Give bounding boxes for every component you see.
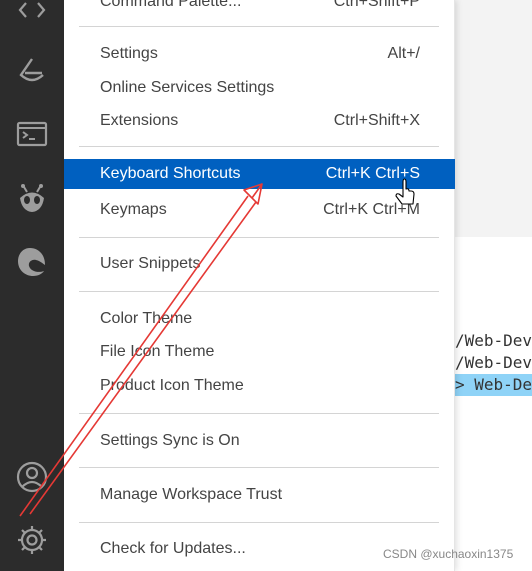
watermark: CSDN @xuchaoxin1375	[383, 547, 514, 561]
menu-item-manage-workspace-trust[interactable]: Manage Workspace Trust	[64, 480, 455, 510]
menu-item-label: Color Theme	[100, 310, 193, 327]
editor-header-band	[455, 0, 532, 237]
manage-context-menu: Command Palette... Ctrl+Shift+P Settings…	[64, 0, 455, 571]
alien-extension-icon[interactable]	[0, 174, 64, 222]
menu-item-keyboard-shortcuts[interactable]: Keyboard Shortcuts Ctrl+K Ctrl+S	[64, 159, 455, 189]
menu-separator	[79, 26, 439, 27]
menu-item-color-theme[interactable]: Color Theme	[64, 304, 455, 334]
menu-item-label: Online Services Settings	[100, 79, 275, 96]
menu-item-label: Manage Workspace Trust	[100, 486, 283, 503]
menu-item-label: Command Palette...	[100, 0, 242, 10]
activity-bar	[0, 0, 64, 571]
terminal-line: /Web-Dev	[455, 353, 532, 372]
menu-item-shortcut: Ctrl+K Ctrl+M	[323, 201, 420, 218]
menu-separator	[79, 522, 439, 523]
menu-item-settings-sync[interactable]: Settings Sync is On	[64, 426, 455, 456]
menu-item-label: Keyboard Shortcuts	[100, 165, 241, 182]
terminal-icon[interactable]	[0, 110, 64, 158]
menu-item-settings[interactable]: Settings Alt+/	[64, 39, 455, 69]
terminal-line: /Web-Dev	[455, 331, 532, 350]
menu-item-file-icon-theme[interactable]: File Icon Theme	[64, 337, 455, 367]
menu-item-shortcut: Ctrl+K Ctrl+S	[325, 165, 420, 182]
account-icon[interactable]	[0, 453, 64, 501]
menu-item-product-icon-theme[interactable]: Product Icon Theme	[64, 371, 455, 401]
menu-item-label: Settings Sync is On	[100, 432, 240, 449]
menu-item-label: Check for Updates...	[100, 540, 246, 557]
menu-separator	[79, 467, 439, 468]
menu-item-command-palette[interactable]: Command Palette... Ctrl+Shift+P	[64, 0, 455, 17]
menu-item-label: File Icon Theme	[100, 343, 215, 360]
git-lens-icon[interactable]	[0, 48, 64, 96]
menu-item-label: Keymaps	[100, 201, 167, 218]
menu-item-extensions[interactable]: Extensions Ctrl+Shift+X	[64, 106, 455, 136]
menu-item-shortcut: Alt+/	[387, 45, 420, 62]
menu-item-shortcut: Ctrl+Shift+P	[333, 0, 420, 10]
settings-gear-icon[interactable]	[0, 516, 64, 564]
menu-item-keymaps[interactable]: Keymaps Ctrl+K Ctrl+M	[64, 195, 455, 225]
menu-item-online-services-settings[interactable]: Online Services Settings	[64, 73, 455, 103]
menu-item-user-snippets[interactable]: User Snippets	[64, 249, 455, 279]
menu-separator	[79, 146, 439, 147]
edge-icon[interactable]	[0, 238, 64, 286]
menu-item-shortcut: Ctrl+Shift+X	[333, 112, 420, 129]
menu-separator	[79, 237, 439, 238]
menu-item-label: Extensions	[100, 112, 179, 129]
menu-separator	[79, 413, 439, 414]
menu-item-label: User Snippets	[100, 255, 201, 272]
menu-separator	[79, 291, 439, 292]
menu-item-label: Product Icon Theme	[100, 377, 244, 394]
terminal-line-highlighted: > Web-Dev	[455, 374, 532, 396]
menu-item-label: Settings	[100, 45, 158, 62]
source-control-icon[interactable]	[0, 0, 64, 34]
